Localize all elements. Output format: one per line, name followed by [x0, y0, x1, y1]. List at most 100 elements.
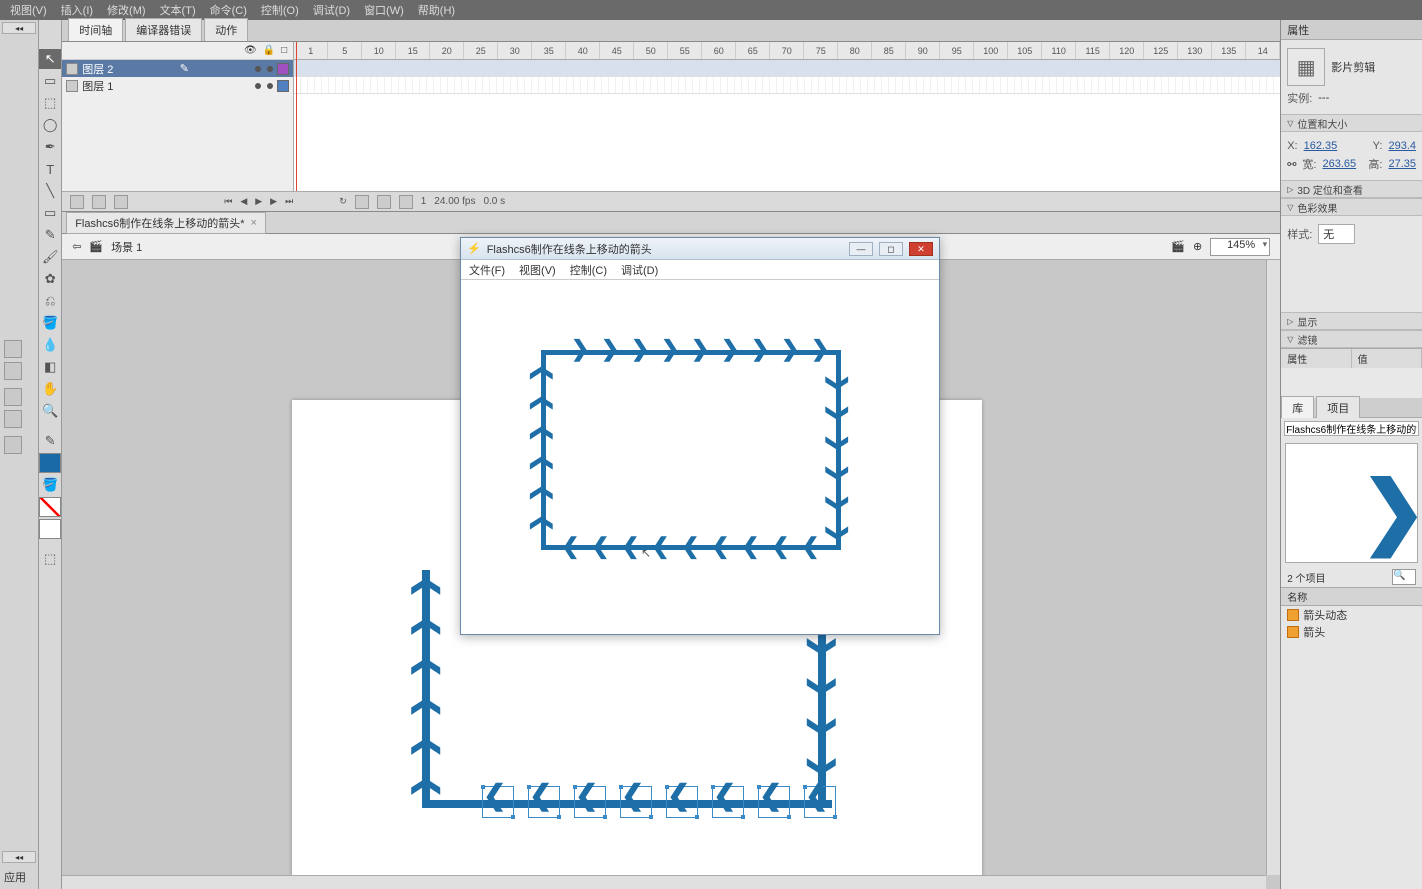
last-frame-button[interactable]: ⏭	[285, 196, 293, 207]
section-3d[interactable]: 3D 定位和查看	[1281, 180, 1422, 198]
tab-errors[interactable]: 编译器错误	[125, 18, 202, 41]
pen-tool-icon[interactable]: ✒	[39, 137, 61, 157]
height-value[interactable]: 27.35	[1388, 158, 1416, 170]
menu-item[interactable]: 帮助(H)	[418, 2, 455, 18]
swap-colors-icon[interactable]	[39, 519, 61, 539]
vertical-scrollbar[interactable]	[1266, 260, 1280, 875]
section-color[interactable]: 色彩效果	[1281, 198, 1422, 216]
menu-item[interactable]: 插入(I)	[61, 2, 93, 18]
lock-icon[interactable]: 🔒	[263, 45, 275, 56]
section-position[interactable]: 位置和大小	[1281, 114, 1422, 132]
close-button[interactable]: ✕	[909, 242, 933, 256]
preview-menu-item[interactable]: 文件(F)	[469, 262, 505, 278]
frame-ruler[interactable]: 1510152025303540455055606570758085909510…	[294, 42, 1280, 60]
fill-swatch[interactable]	[39, 497, 61, 517]
horizontal-scrollbar[interactable]	[62, 875, 1266, 889]
minimize-button[interactable]: —	[849, 242, 873, 256]
stroke-color-icon[interactable]: ✎	[39, 431, 61, 451]
preview-menu-item[interactable]: 控制(C)	[570, 262, 607, 278]
preview-menu-item[interactable]: 视图(V)	[519, 262, 556, 278]
eyedropper-tool-icon[interactable]: 💧	[39, 335, 61, 355]
delete-layer-button[interactable]	[114, 195, 128, 209]
properties-panel-tab[interactable]: 属性	[1281, 20, 1422, 40]
subselection-tool-icon[interactable]: ▭	[39, 71, 61, 91]
selected-instance[interactable]: ❯	[666, 786, 698, 818]
x-value[interactable]: 162.35	[1304, 140, 1338, 152]
zoom-tool-icon[interactable]: 🔍	[39, 401, 61, 421]
back-icon[interactable]: ⇦	[72, 240, 81, 253]
menu-item[interactable]: 文本(T)	[160, 2, 196, 18]
tab-actions[interactable]: 动作	[204, 18, 248, 41]
next-frame-button[interactable]: ▶	[270, 196, 277, 207]
width-value[interactable]: 263.65	[1322, 158, 1356, 170]
collapse-toggle[interactable]: ◂◂	[2, 22, 36, 34]
selection-tool-icon[interactable]: ↖	[39, 49, 61, 69]
library-item[interactable]: 箭头动态	[1281, 606, 1422, 623]
menu-item[interactable]: 命令(C)	[210, 2, 247, 18]
frames-area[interactable]: 1510152025303540455055606570758085909510…	[294, 42, 1280, 191]
eye-icon[interactable]: 👁	[244, 45, 257, 56]
selected-instance[interactable]: ❯	[528, 786, 560, 818]
align-btn[interactable]	[4, 388, 22, 406]
edit-scene-icon[interactable]: 🎬	[1171, 240, 1185, 253]
scene-name[interactable]: 场景 1	[111, 239, 142, 255]
name-column-header[interactable]: 名称	[1281, 588, 1422, 606]
deco-tool-icon[interactable]: ✿	[39, 269, 61, 289]
hand-tool-icon[interactable]: ✋	[39, 379, 61, 399]
text-tool-icon[interactable]: T	[39, 159, 61, 179]
document-tab[interactable]: Flashcs6制作在线条上移动的箭头* ×	[66, 212, 266, 234]
tab-timeline[interactable]: 时间轴	[68, 18, 123, 41]
library-search[interactable]: 🔍	[1392, 569, 1416, 585]
zoom-dropdown[interactable]: 145%	[1210, 238, 1270, 256]
outline-icon[interactable]: □	[281, 45, 287, 56]
prev-frame-button[interactable]: ◀	[240, 196, 247, 207]
lock-aspect-icon[interactable]: ⚯	[1287, 158, 1296, 171]
selected-instance[interactable]: ❯	[712, 786, 744, 818]
selected-instance[interactable]: ❯	[758, 786, 790, 818]
onion-skin-outline-button[interactable]	[377, 195, 391, 209]
layer-row[interactable]: 图层 2 ✎	[62, 60, 293, 77]
paint-bucket-tool-icon[interactable]: 🪣	[39, 313, 61, 333]
loop-button[interactable]: ↻	[339, 196, 347, 207]
edit-multiple-button[interactable]	[399, 195, 413, 209]
preview-titlebar[interactable]: ⚡ Flashcs6制作在线条上移动的箭头 — ◻ ✕	[461, 238, 939, 260]
menu-item[interactable]: 控制(O)	[261, 2, 299, 18]
align-btn[interactable]	[4, 362, 22, 380]
selected-instance[interactable]: ❯	[574, 786, 606, 818]
align-btn[interactable]	[4, 410, 22, 428]
new-layer-button[interactable]	[70, 195, 84, 209]
option-icon[interactable]: ⬚	[39, 549, 61, 569]
menu-item[interactable]: 调试(D)	[313, 2, 350, 18]
pencil-tool-icon[interactable]: ✎	[39, 225, 61, 245]
collapse-toggle-2[interactable]: ◂◂	[2, 851, 36, 863]
frame-row[interactable]	[294, 60, 1280, 77]
bone-tool-icon[interactable]: ⎌	[39, 291, 61, 311]
playhead[interactable]	[296, 42, 297, 191]
menu-item[interactable]: 视图(V)	[10, 2, 47, 18]
lasso-tool-icon[interactable]: ◯	[39, 115, 61, 135]
stroke-swatch[interactable]	[39, 453, 61, 473]
eraser-tool-icon[interactable]: ◧	[39, 357, 61, 377]
tab-library[interactable]: 库	[1281, 396, 1314, 419]
selected-instance[interactable]: ❯	[804, 786, 836, 818]
section-filters[interactable]: 滤镜	[1281, 330, 1422, 348]
layer-color-swatch[interactable]	[277, 63, 289, 75]
menu-item[interactable]: 修改(M)	[107, 2, 146, 18]
brush-tool-icon[interactable]: 🖌	[39, 247, 61, 267]
fill-color-icon[interactable]: 🪣	[39, 475, 61, 495]
new-folder-button[interactable]	[92, 195, 106, 209]
free-transform-tool-icon[interactable]: ⬚	[39, 93, 61, 113]
line-tool-icon[interactable]: ╲	[39, 181, 61, 201]
y-value[interactable]: 293.4	[1388, 140, 1416, 152]
play-button[interactable]: ▶	[255, 196, 262, 207]
layer-row[interactable]: 图层 1	[62, 77, 293, 94]
frame-row[interactable]	[294, 77, 1280, 94]
align-btn[interactable]	[4, 340, 22, 358]
edit-symbol-icon[interactable]: ⊕	[1193, 240, 1202, 253]
style-dropdown[interactable]: 无	[1318, 224, 1355, 244]
library-doc-dropdown[interactable]	[1284, 421, 1419, 436]
align-btn[interactable]	[4, 436, 22, 454]
selected-instance[interactable]: ❯	[620, 786, 652, 818]
selected-instance[interactable]: ❯	[482, 786, 514, 818]
layer-color-swatch[interactable]	[277, 80, 289, 92]
